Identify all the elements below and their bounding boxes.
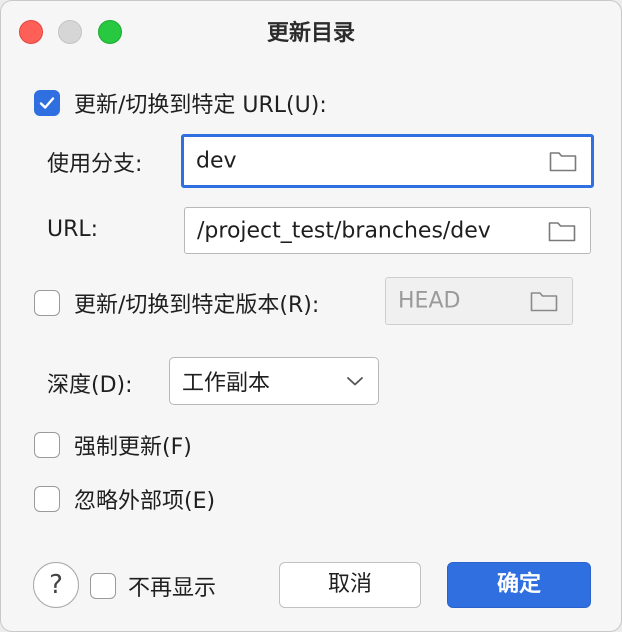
cancel-button[interactable]: 取消 bbox=[279, 562, 421, 608]
revision-input[interactable]: HEAD bbox=[385, 277, 573, 325]
ok-button[interactable]: 确定 bbox=[447, 562, 591, 608]
depth-row: 深度(D): bbox=[47, 367, 133, 399]
depth-value: 工作副本 bbox=[182, 371, 271, 396]
update-revision-checkbox[interactable] bbox=[34, 290, 60, 316]
update-url-row: 更新/切换到特定 URL(U): bbox=[34, 87, 327, 119]
revision-value: HEAD bbox=[398, 288, 461, 314]
ignore-externals-row: 忽略外部项(E) bbox=[34, 483, 215, 515]
folder-icon[interactable] bbox=[548, 219, 576, 242]
update-directory-dialog: 更新目录 更新/切换到特定 URL(U): 使用分支: dev URL: /pr… bbox=[0, 0, 622, 632]
branch-row: 使用分支: bbox=[47, 146, 142, 178]
branch-input[interactable]: dev bbox=[181, 134, 594, 188]
title-bar: 更新目录 bbox=[1, 1, 621, 61]
force-update-label: 强制更新(F) bbox=[74, 435, 192, 460]
chevron-down-icon bbox=[347, 377, 363, 386]
dont-show-label: 不再显示 bbox=[128, 576, 217, 601]
dont-show-row: 不再显示 bbox=[90, 570, 216, 602]
force-update-checkbox[interactable] bbox=[34, 432, 60, 458]
force-update-row: 强制更新(F) bbox=[34, 429, 192, 461]
folder-icon[interactable] bbox=[549, 150, 577, 172]
update-revision-label: 更新/切换到特定版本(R): bbox=[74, 293, 320, 318]
update-url-label: 更新/切换到特定 URL(U): bbox=[74, 93, 327, 118]
depth-label: 深度(D): bbox=[47, 373, 133, 398]
ignore-externals-checkbox[interactable] bbox=[34, 486, 60, 512]
branch-label: 使用分支: bbox=[47, 152, 143, 177]
url-row: URL: bbox=[47, 217, 98, 242]
url-input[interactable]: /project_test/branches/dev bbox=[184, 207, 591, 254]
depth-select[interactable]: 工作副本 bbox=[169, 357, 379, 405]
folder-icon[interactable] bbox=[530, 290, 558, 312]
url-value: /project_test/branches/dev bbox=[197, 218, 491, 243]
update-revision-row: 更新/切换到特定版本(R): bbox=[34, 287, 319, 319]
help-button[interactable]: ? bbox=[33, 562, 79, 608]
window-title: 更新目录 bbox=[266, 21, 355, 46]
ignore-externals-label: 忽略外部项(E) bbox=[74, 489, 216, 514]
dont-show-checkbox[interactable] bbox=[90, 573, 116, 599]
check-icon bbox=[39, 97, 55, 109]
url-label: URL: bbox=[47, 217, 99, 242]
branch-value: dev bbox=[196, 148, 237, 174]
update-url-checkbox[interactable] bbox=[34, 90, 60, 116]
